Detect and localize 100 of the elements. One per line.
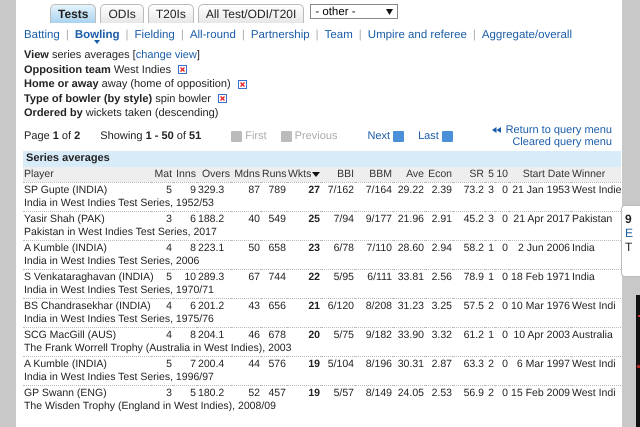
table-cell: 21 Apr 2017 bbox=[509, 211, 571, 226]
table-cell: 87 bbox=[231, 182, 261, 196]
tab[interactable]: All Test/ODI/T20I bbox=[198, 4, 304, 23]
table-cell[interactable]: S Venkataraghavan (INDIA) bbox=[23, 269, 151, 284]
table-cell: 2.39 bbox=[425, 182, 453, 196]
column-header[interactable]: 5 bbox=[485, 166, 495, 182]
separator: | bbox=[472, 29, 476, 41]
series-name[interactable]: India in West Indies Test Series, 1975/76 bbox=[24, 312, 214, 324]
series-name[interactable]: India in West Indies Test Series, 1952/53 bbox=[24, 196, 214, 208]
table-cell[interactable]: SP Gupte (INDIA) bbox=[23, 182, 151, 196]
nav-link[interactable]: Batting bbox=[24, 29, 60, 41]
column-header[interactable]: 10 bbox=[495, 166, 509, 182]
nav-link[interactable]: All-round bbox=[190, 29, 236, 41]
separator: | bbox=[126, 29, 129, 41]
table-cell: 0 bbox=[495, 327, 509, 342]
table-cell: 5 bbox=[173, 385, 197, 400]
table-cell: 50 bbox=[231, 240, 261, 254]
series-name[interactable]: The Frank Worrell Trophy (Australia in West Indies), 2003 bbox=[24, 342, 292, 354]
table-cell: 7/164 bbox=[355, 182, 393, 196]
column-header[interactable]: Overs bbox=[197, 166, 231, 182]
nav-link[interactable]: Bowling bbox=[74, 29, 120, 41]
column-header[interactable]: Econ bbox=[425, 166, 453, 182]
table-cell: 549 bbox=[261, 211, 287, 226]
table-cell: 1 bbox=[485, 327, 495, 342]
table-cell: 44 bbox=[231, 356, 261, 370]
column-header[interactable]: SR bbox=[453, 166, 485, 182]
remove-icon[interactable] bbox=[218, 94, 227, 104]
table-cell: 6 Mar 1997 bbox=[509, 356, 571, 370]
tab[interactable]: Tests bbox=[50, 4, 96, 23]
series-name[interactable]: Pakistan in West Indies Test Series, 2017 bbox=[24, 226, 217, 238]
table-cell: 57.5 bbox=[453, 298, 485, 312]
pager-link[interactable]: Next bbox=[367, 130, 404, 142]
page-indicator: Page 1 of 2 bbox=[24, 130, 80, 142]
table-cell: 3 bbox=[151, 385, 173, 400]
table-cell[interactable]: Yasir Shah (PAK) bbox=[23, 211, 151, 226]
series-name[interactable]: India in West Indies Test Series, 1970/71 bbox=[24, 284, 214, 296]
table-cell: 6/78 bbox=[321, 240, 355, 254]
nav-link[interactable]: Aggregate/overall bbox=[482, 29, 572, 41]
table-cell[interactable]: A Kumble (INDIA) bbox=[23, 356, 151, 370]
table-cell: 43 bbox=[231, 298, 261, 312]
table-cell: 7/162 bbox=[321, 182, 355, 196]
table-cell: 8/196 bbox=[355, 356, 393, 370]
table-cell: 2 bbox=[485, 385, 495, 400]
nav-link[interactable]: Partnership bbox=[250, 29, 310, 41]
nav-link[interactable]: Team bbox=[324, 29, 353, 41]
table-cell: 45.2 bbox=[453, 211, 485, 226]
filter-text: Opposition team West Indies bbox=[24, 62, 172, 77]
table-cell[interactable]: GP Swann (ENG) bbox=[23, 385, 151, 400]
table-cell: 73.2 bbox=[453, 182, 485, 196]
table-cell: 5/57 bbox=[321, 385, 355, 400]
table-cell: 27 bbox=[287, 182, 321, 196]
nav-link[interactable]: Umpire and referee bbox=[368, 29, 467, 41]
column-header[interactable]: Runs bbox=[261, 166, 287, 182]
table-cell[interactable]: A Kumble (INDIA) bbox=[23, 240, 151, 254]
series-name[interactable]: India in West Indies Test Series, 2006 bbox=[24, 254, 200, 266]
column-header[interactable]: Player bbox=[23, 166, 151, 182]
return-link[interactable]: Return to query menu bbox=[492, 124, 612, 136]
table-cell: 7/110 bbox=[355, 240, 393, 254]
table-cell: 329.3 bbox=[197, 182, 231, 196]
table-cell: 2 bbox=[485, 298, 495, 312]
tab[interactable]: T20Is bbox=[148, 4, 194, 23]
table-cell: 5/75 bbox=[321, 327, 355, 342]
tab[interactable]: ODIs bbox=[100, 4, 144, 23]
column-header[interactable]: Mdns bbox=[231, 166, 261, 182]
series-name[interactable]: The Wisden Trophy (England in West Indies), 2008/09 bbox=[24, 400, 276, 412]
column-header[interactable]: BBM bbox=[355, 166, 393, 182]
sidebar-text: 9 bbox=[624, 212, 633, 226]
sort-arrow-icon bbox=[312, 172, 320, 176]
table-cell: 21 bbox=[287, 298, 321, 312]
column-header[interactable]: Start Date bbox=[509, 166, 571, 182]
cleared-link[interactable]: Cleared query menu bbox=[512, 136, 612, 148]
table-cell: 9 bbox=[173, 182, 197, 196]
column-header[interactable]: Mat bbox=[151, 166, 173, 182]
table-cell: 4 bbox=[151, 327, 173, 342]
column-header[interactable]: Ave bbox=[393, 166, 425, 182]
format-select[interactable]: - other - bbox=[310, 4, 398, 19]
column-header[interactable]: Wkts bbox=[287, 166, 321, 182]
table-cell: 576 bbox=[261, 356, 287, 370]
table-cell: West Indi bbox=[571, 385, 622, 400]
remove-icon[interactable] bbox=[238, 80, 247, 89]
series-name[interactable]: India in West Indies Test Series, 1996/97 bbox=[24, 370, 214, 382]
table-cell: 6/111 bbox=[355, 269, 393, 284]
remove-icon[interactable] bbox=[178, 65, 188, 74]
change-view-link[interactable]: change view bbox=[136, 49, 197, 61]
table-cell: 10 Apr 2003 bbox=[509, 327, 571, 342]
column-header[interactable]: BBI bbox=[321, 166, 355, 182]
table-cell: 9/177 bbox=[355, 211, 393, 226]
table-cell: 10 Mar 1976 bbox=[509, 298, 571, 312]
column-header[interactable]: Inns bbox=[173, 166, 197, 182]
table-cell[interactable]: BS Chandrasekhar (INDIA) bbox=[23, 298, 151, 312]
table-cell: 5/95 bbox=[321, 269, 355, 284]
table-cell: 15 Feb 2009 bbox=[509, 385, 571, 400]
sidebar-text: E bbox=[624, 226, 634, 240]
nav-link[interactable]: Fielding bbox=[134, 29, 175, 41]
pager-link[interactable]: Last bbox=[418, 130, 453, 142]
column-header[interactable]: Winner bbox=[571, 166, 622, 182]
table-cell: Australia bbox=[571, 327, 622, 342]
filter-text: Ordered by wickets taken (descending) bbox=[24, 106, 218, 120]
table-cell[interactable]: SCG MacGill (AUS) bbox=[23, 327, 151, 342]
table-cell: 200.4 bbox=[197, 356, 231, 370]
